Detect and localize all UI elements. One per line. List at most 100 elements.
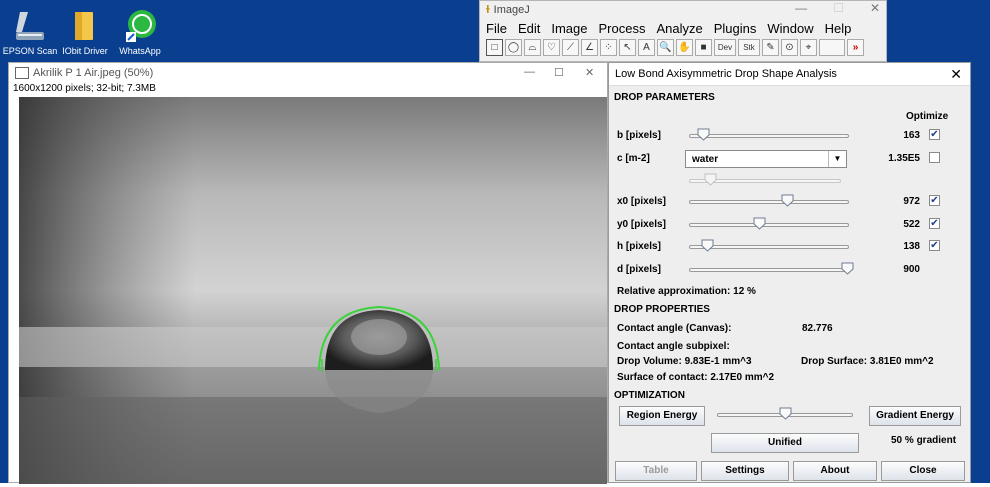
- slider-thumb[interactable]: [697, 128, 710, 141]
- angle-tool-icon[interactable]: ∠: [581, 39, 598, 56]
- blank-tool-icon: [819, 39, 845, 56]
- oval-tool-icon[interactable]: ◯: [505, 39, 522, 56]
- minimize-button[interactable]: —: [524, 66, 535, 78]
- optimize-checkbox[interactable]: ✔: [929, 240, 940, 251]
- imagej-menubar: File Edit Image Process Analyze Plugins …: [480, 19, 886, 37]
- optimize-checkbox[interactable]: [929, 152, 940, 163]
- contact-angle-canvas-label: Contact angle (Canvas):: [617, 323, 732, 334]
- freehand-tool-icon[interactable]: ♡: [543, 39, 560, 56]
- slider-thumb[interactable]: [841, 262, 854, 275]
- param-slider[interactable]: [689, 193, 849, 211]
- arrow-tool-icon[interactable]: ⌖: [800, 39, 817, 56]
- maximize-button[interactable]: ☐: [833, 1, 844, 15]
- drop-parameters-header: DROP PARAMETERS: [614, 92, 715, 103]
- about-button[interactable]: About: [793, 461, 877, 481]
- optimization-header: OPTIMIZATION: [614, 390, 685, 401]
- line-tool-icon[interactable]: ⟋: [562, 39, 579, 56]
- brush-tool-icon[interactable]: ✎: [762, 39, 779, 56]
- slider-thumb[interactable]: [704, 173, 717, 186]
- slider-thumb[interactable]: [701, 239, 714, 252]
- menu-file[interactable]: File: [486, 21, 507, 36]
- drop-properties-header: DROP PROPERTIES: [614, 304, 710, 315]
- microscope-icon: ɫ: [486, 4, 490, 16]
- param-label: y0 [pixels]: [617, 219, 666, 230]
- text-tool-icon[interactable]: A: [638, 39, 655, 56]
- slider-thumb[interactable]: [779, 407, 792, 420]
- surface-of-contact: Surface of contact: 2.17E0 mm^2: [617, 372, 775, 383]
- more-tools-icon[interactable]: »: [847, 39, 864, 56]
- menu-edit[interactable]: Edit: [518, 21, 540, 36]
- polygon-tool-icon[interactable]: ⌓: [524, 39, 541, 56]
- table-button[interactable]: Table: [615, 461, 697, 481]
- contact-angle-subpixel-label: Contact angle subpixel:: [617, 341, 730, 352]
- slider-thumb[interactable]: [753, 217, 766, 230]
- param-slider[interactable]: [689, 238, 849, 256]
- param-row-c: c [m-2] water ▼ 1.35E5: [617, 150, 962, 168]
- close-button[interactable]: Close: [881, 461, 965, 481]
- liquid-select-value: water: [692, 154, 719, 165]
- wand-tool-icon[interactable]: ↖: [619, 39, 636, 56]
- param-row-x0: x0 [pixels] 972 ✔: [617, 193, 962, 211]
- image-title: Akrilik P 1 Air.jpeg (50%): [33, 67, 154, 79]
- optimize-checkbox[interactable]: ✔: [929, 129, 940, 140]
- menu-process[interactable]: Process: [599, 21, 646, 36]
- liquid-select[interactable]: water ▼: [685, 150, 847, 168]
- param-slider[interactable]: [689, 261, 854, 279]
- rectangle-tool-icon[interactable]: □: [486, 39, 503, 56]
- menu-plugins[interactable]: Plugins: [714, 21, 757, 36]
- param-slider[interactable]: [689, 127, 849, 145]
- slider-thumb[interactable]: [781, 194, 794, 207]
- point-tool-icon[interactable]: ⁘: [600, 39, 617, 56]
- drop-surface: Drop Surface: 3.81E0 mm^2: [801, 356, 934, 367]
- stk-tool-icon[interactable]: Stk: [738, 39, 760, 56]
- dialog-title: Low Bond Axisymmetric Drop Shape Analysi…: [615, 68, 837, 80]
- flood-tool-icon[interactable]: ⊙: [781, 39, 798, 56]
- menu-image[interactable]: Image: [551, 21, 587, 36]
- unified-button[interactable]: Unified: [711, 433, 859, 453]
- desktop-icon-whatsapp[interactable]: WhatsApp: [110, 8, 170, 56]
- param-value: 900: [903, 264, 920, 275]
- region-energy-button[interactable]: Region Energy: [619, 406, 705, 426]
- imagej-title: ImageJ: [493, 4, 530, 16]
- menu-analyze[interactable]: Analyze: [656, 21, 702, 36]
- energy-balance-slider[interactable]: [717, 406, 853, 424]
- param-label: c [m-2]: [617, 153, 650, 164]
- gradient-energy-button[interactable]: Gradient Energy: [869, 406, 961, 426]
- imagej-titlebar: ɫ ImageJ — ☐ ✕: [480, 1, 886, 19]
- param-row-y0: y0 [pixels] 522 ✔: [617, 216, 962, 234]
- image-info: 1600x1200 pixels; 32-bit; 7.3MB: [13, 83, 156, 94]
- param-row-b: b [pixels] 163 ✔: [617, 127, 962, 145]
- whatsapp-icon: [122, 8, 158, 44]
- maximize-button[interactable]: ☐: [554, 66, 564, 79]
- optimize-checkbox[interactable]: ✔: [929, 195, 940, 206]
- magnifier-tool-icon[interactable]: 🔍: [657, 39, 674, 56]
- desktop-icon-epson[interactable]: EPSON Scan: [0, 8, 60, 56]
- param-value: 522: [903, 219, 920, 230]
- dev-tool-icon[interactable]: Dev: [714, 39, 736, 56]
- hand-tool-icon[interactable]: ✋: [676, 39, 693, 56]
- c-slider[interactable]: [689, 172, 841, 190]
- menu-window[interactable]: Window: [767, 21, 813, 36]
- param-row-d: d [pixels] 900: [617, 261, 962, 279]
- desktop-icon-label: IObit Driver: [62, 46, 108, 56]
- scanner-icon: [12, 8, 48, 44]
- minimize-button[interactable]: —: [795, 1, 807, 15]
- folder-icon: [67, 8, 103, 44]
- gradient-percent: 50 % gradient: [891, 435, 957, 446]
- chevron-down-icon: ▼: [828, 151, 846, 167]
- close-button[interactable]: ✕: [585, 66, 594, 79]
- settings-button[interactable]: Settings: [701, 461, 789, 481]
- image-canvas[interactable]: [19, 97, 607, 484]
- param-value: 163: [903, 130, 920, 141]
- menu-help[interactable]: Help: [825, 21, 852, 36]
- dropper-tool-icon[interactable]: ■: [695, 39, 712, 56]
- dialog-close-icon[interactable]: ✕: [950, 66, 962, 83]
- drop-volume: Drop Volume: 9.83E-1 mm^3: [617, 356, 752, 367]
- param-slider[interactable]: [689, 216, 849, 234]
- close-button[interactable]: ✕: [870, 1, 880, 15]
- imagej-window: ɫ ImageJ — ☐ ✕ File Edit Image Process A…: [479, 0, 887, 62]
- dialog-titlebar: Low Bond Axisymmetric Drop Shape Analysi…: [609, 63, 970, 86]
- desktop-icon-iobit[interactable]: IObit Driver: [55, 8, 115, 56]
- desktop-icon-label: WhatsApp: [119, 46, 161, 56]
- optimize-checkbox[interactable]: ✔: [929, 218, 940, 229]
